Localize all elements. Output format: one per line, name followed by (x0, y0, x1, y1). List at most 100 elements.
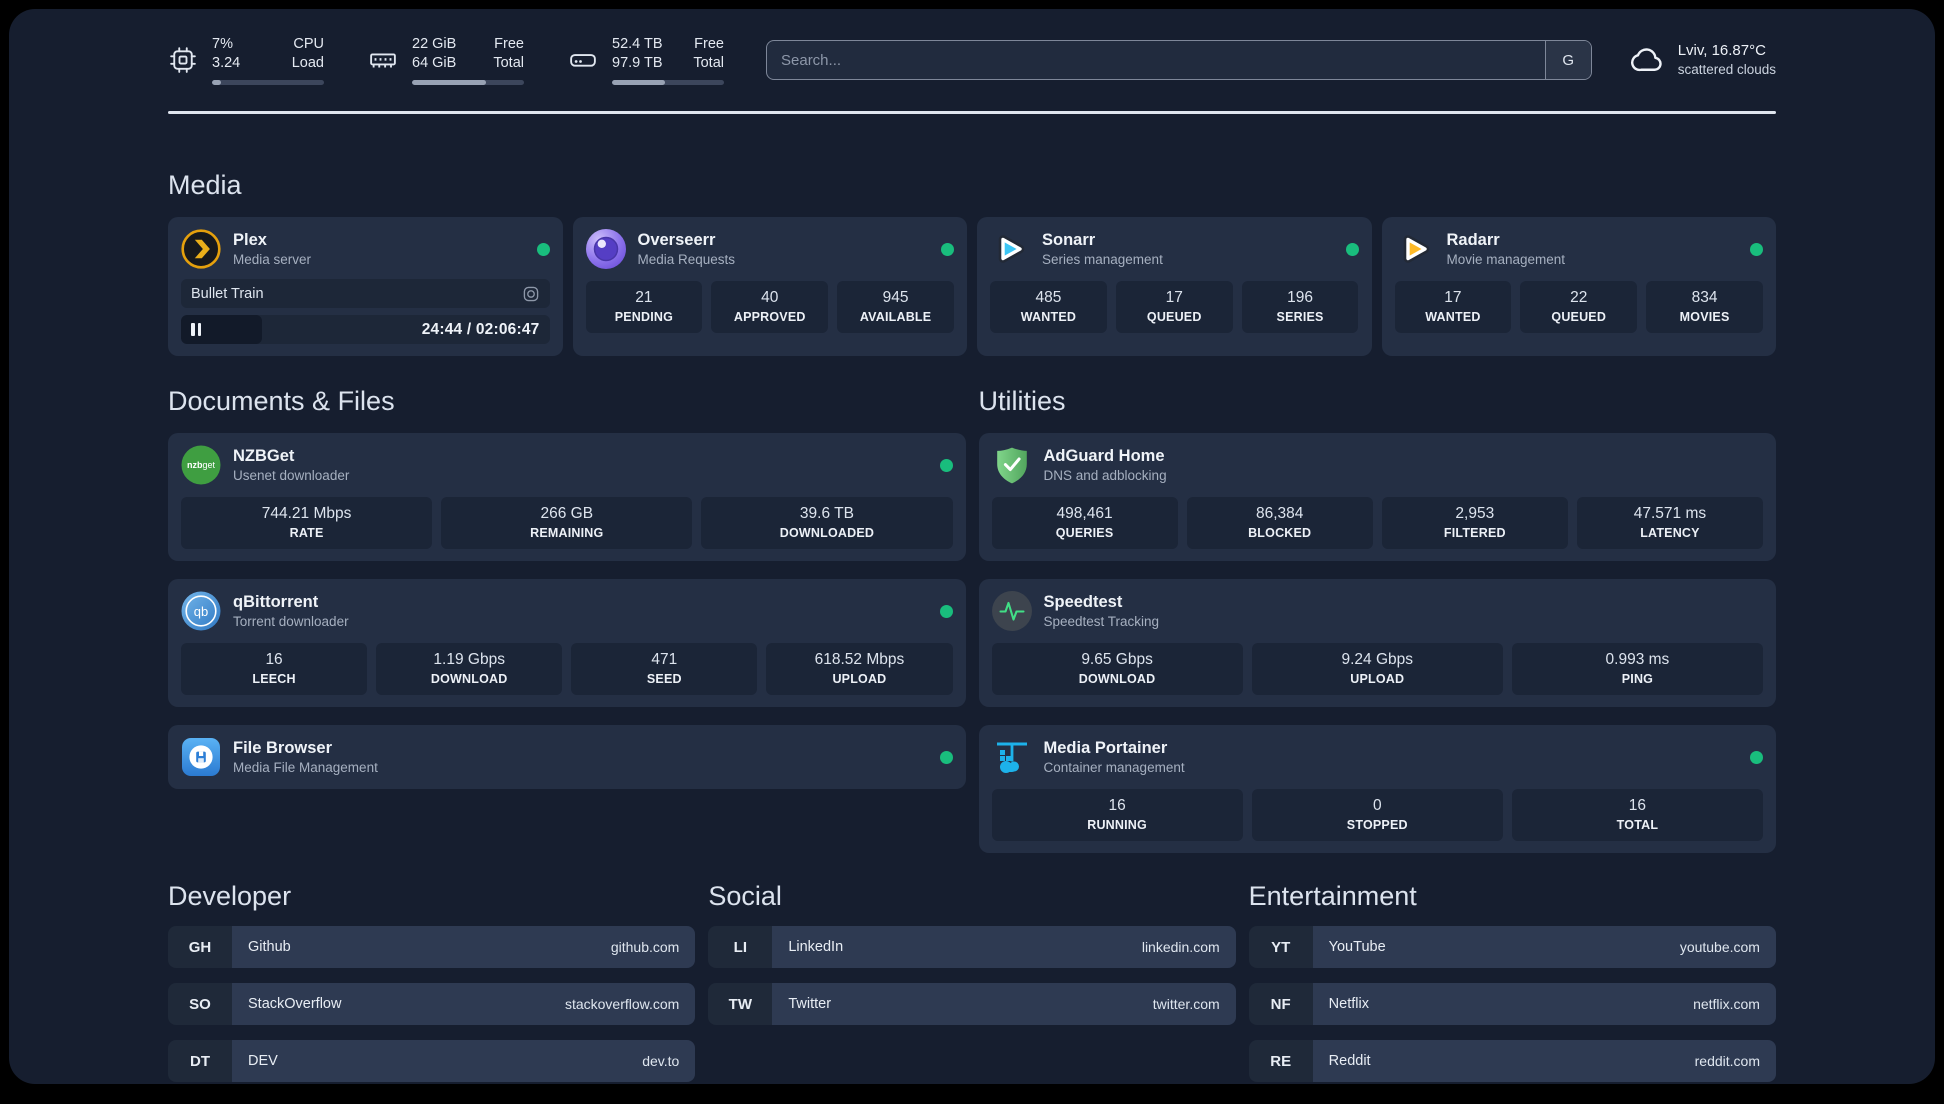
bookmark-name: YouTube (1328, 939, 1386, 955)
total-label: Total (693, 55, 724, 71)
stat-label: SEED (646, 672, 682, 686)
qbittorrent-card[interactable]: qb qBittorrent Torrent downloader 16 LEE… (168, 579, 966, 707)
bookmark-netflix[interactable]: NF Netflix netflix.com (1248, 983, 1776, 1025)
stat-movies: 834 MOVIES (1646, 281, 1763, 333)
cpu-load-value: 3.24 (212, 55, 241, 71)
stat-label: MOVIES (1679, 310, 1730, 324)
search-input[interactable] (767, 51, 1545, 69)
ram-stat: 22 GiB 64 GiB Free Total (368, 35, 524, 85)
system-stats: 7% 3.24 CPU Load 22 GiB 64 GiB Free Tota… (168, 35, 724, 85)
search-engine-button[interactable]: G (1544, 41, 1591, 79)
stat-value: 471 (651, 651, 678, 668)
app-desc: Media server (233, 251, 312, 267)
plex-card[interactable]: Plex Media server Bullet Train 24:44 / 0… (168, 217, 563, 356)
overseerr-card[interactable]: Overseerr Media Requests 21 PENDING 40 A… (572, 217, 967, 356)
bookmark-linkedin[interactable]: LI LinkedIn linkedin.com (708, 926, 1236, 968)
stat-value: 17 (1165, 289, 1183, 306)
sonarr-card[interactable]: Sonarr Series management 485 WANTED 17 Q… (977, 217, 1372, 356)
bookmark-github[interactable]: GH Github github.com (168, 926, 696, 968)
playback-progress-bar[interactable]: 24:44 / 02:06:47 (181, 315, 550, 344)
now-playing-title: Bullet Train (191, 285, 264, 302)
free-label: Free (694, 36, 724, 52)
free-label: Free (494, 36, 524, 52)
bookmark-reddit[interactable]: RE Reddit reddit.com (1248, 1040, 1776, 1082)
app-name: File Browser (233, 738, 333, 757)
app-desc: Container management (1043, 759, 1185, 775)
bookmark-name: StackOverflow (248, 996, 342, 1012)
filebrowser-icon (182, 738, 220, 776)
stat-label: RUNNING (1087, 818, 1147, 832)
stat-value: 0 (1372, 797, 1382, 814)
filebrowser-card[interactable]: File Browser Media File Management (168, 725, 966, 789)
radarr-card[interactable]: Radarr Movie management 17 WANTED 22 QUE… (1381, 217, 1776, 356)
status-dot (536, 242, 550, 256)
bookmark-twitter[interactable]: TW Twitter twitter.com (708, 983, 1236, 1025)
weather-location-temp: Lviv, 16.87°C (1677, 42, 1766, 59)
app-desc: Movie management (1446, 251, 1566, 267)
adguard-card[interactable]: AdGuard Home DNS and adblocking 498,461 … (978, 433, 1776, 561)
disk-progress-fill (612, 80, 665, 85)
bookmark-abbr: DT (168, 1040, 232, 1082)
app-desc: Media Requests (637, 251, 736, 267)
stat-ping: 0.993 ms PING (1511, 643, 1764, 695)
bookmark-stackoverflow[interactable]: SO StackOverflow stackoverflow.com (168, 983, 696, 1025)
bookmark-url: reddit.com (1694, 1053, 1760, 1069)
stat-label: WANTED (1020, 310, 1077, 324)
bookmark-url: github.com (610, 939, 680, 955)
stat-upload: 618.52 Mbps UPLOAD (766, 643, 953, 695)
stat-label: APPROVED (733, 310, 806, 324)
stat-label: STOPPED (1346, 818, 1408, 832)
ram-total-value: 64 GiB (412, 55, 457, 71)
app-name: Speedtest (1043, 592, 1123, 611)
cloud-icon (1630, 48, 1662, 72)
total-label: Total (493, 55, 524, 71)
svg-text:nzbget: nzbget (187, 460, 216, 470)
pause-icon[interactable] (191, 323, 201, 336)
stat-value: 945 (882, 289, 909, 306)
bookmark-dev[interactable]: DT DEV dev.to (168, 1040, 696, 1082)
stat-label: PENDING (614, 310, 674, 324)
stat-queued: 17 QUEUED (1115, 281, 1233, 333)
disk-labels: Free Total (693, 35, 724, 73)
ram-progress-bar (412, 80, 524, 85)
cpu-labels: CPU Load (292, 35, 324, 73)
bookmark-abbr: NF (1248, 983, 1313, 1025)
bookmark-name: Twitter (788, 996, 832, 1012)
app-name: Radarr (1446, 230, 1500, 249)
stat-available: 945 AVAILABLE (837, 281, 954, 333)
nzbget-card[interactable]: nzbget NZBGet Usenet downloader 744.21 M… (168, 433, 966, 561)
qbittorrent-icon: qb (181, 591, 221, 631)
portainer-card[interactable]: Media Portainer Container management 16 … (978, 725, 1776, 853)
bookmark-abbr: TW (708, 983, 773, 1025)
stat-label: QUEUED (1551, 310, 1607, 324)
bookmark-url: linkedin.com (1141, 939, 1220, 955)
app-name: NZBGet (233, 446, 295, 465)
stat-value: 834 (1691, 289, 1718, 306)
stat-filtered: 2,953 FILTERED (1381, 497, 1568, 549)
documents-section-title: Documents & Files (168, 386, 395, 416)
adguard-icon (996, 447, 1027, 484)
stat-downloaded: 39.6 TB DOWNLOADED (701, 497, 953, 549)
cpu-stat: 7% 3.24 CPU Load (168, 35, 324, 85)
stat-label: TOTAL (1616, 818, 1659, 832)
ram-icon (370, 53, 396, 68)
status-dot (1750, 242, 1763, 256)
search-bar[interactable]: G (766, 40, 1592, 80)
ram-free-value: 22 GiB (412, 36, 457, 52)
stat-latency: 47.571 ms LATENCY (1576, 497, 1763, 549)
stat-label: SERIES (1276, 310, 1324, 324)
app-name: Sonarr (1042, 230, 1096, 249)
stat-label: UPLOAD (1350, 672, 1405, 686)
bookmark-name: LinkedIn (788, 939, 844, 955)
app-desc: Series management (1042, 251, 1163, 267)
developer-section-title: Developer (168, 881, 292, 911)
app-desc: Usenet downloader (233, 467, 350, 483)
ram-values: 22 GiB 64 GiB (412, 35, 456, 73)
media-type-icon (523, 286, 538, 301)
bookmark-abbr: RE (1248, 1040, 1313, 1082)
cpu-progress-bar (212, 80, 324, 85)
playback-progress-fill (181, 315, 263, 344)
media-section-title: Media (168, 170, 242, 200)
speedtest-card[interactable]: Speedtest Speedtest Tracking 9.65 Gbps D… (978, 579, 1776, 707)
bookmark-youtube[interactable]: YT YouTube youtube.com (1248, 926, 1776, 968)
